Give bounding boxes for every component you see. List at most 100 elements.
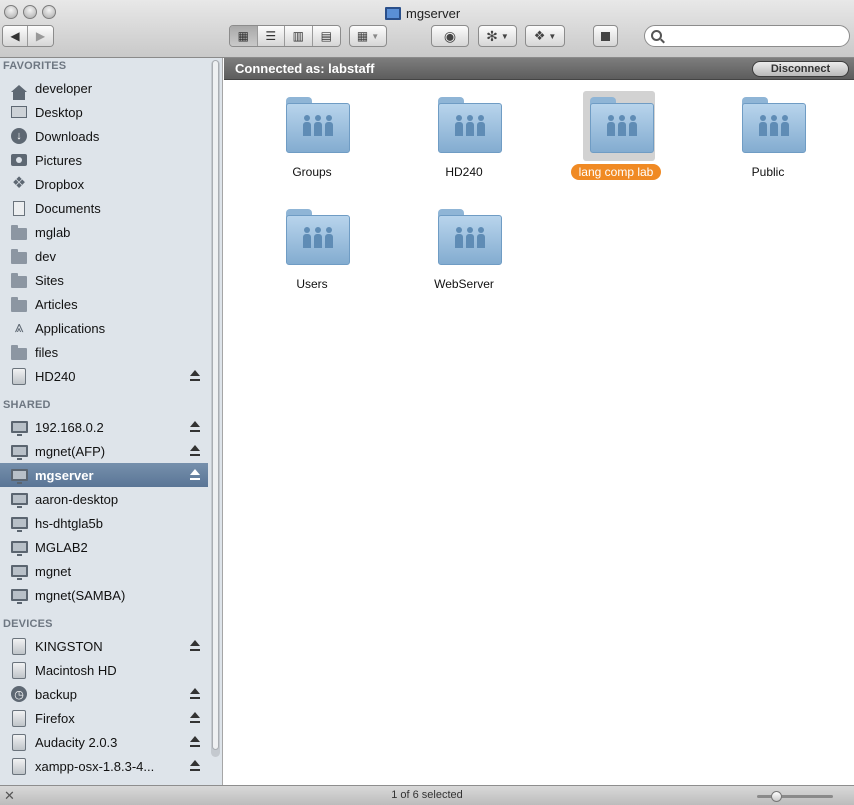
shared-folder-public[interactable]: Public [698, 87, 838, 187]
shared-folder-webserver[interactable]: WebServer [394, 199, 534, 299]
disconnect-button[interactable]: Disconnect [752, 61, 849, 77]
arrange-button[interactable]: ▦ ▼ [349, 25, 387, 47]
sidebar-item-mgnet-samba[interactable]: mgnet(SAMBA) [0, 583, 208, 607]
dropbox-menu-button[interactable]: ❖ ▼ [525, 25, 565, 47]
search-field[interactable] [644, 25, 850, 47]
search-input[interactable] [667, 28, 843, 44]
sidebar-item-backup[interactable]: ◷ backup [0, 682, 208, 706]
sidebar-item-label: mgnet [35, 563, 72, 579]
monitor-icon [10, 466, 28, 484]
sidebar-item-hd240[interactable]: HD240 [0, 364, 208, 388]
drive-icon [10, 733, 28, 751]
sidebar-item-audacity-2-0-3[interactable]: Audacity 2.0.3 [0, 730, 208, 754]
sidebar-item-label: Articles [35, 296, 78, 312]
action-menu-button[interactable]: ✻ ▼ [478, 25, 517, 47]
sidebar-item-articles[interactable]: Articles [0, 292, 208, 316]
shared-folder-groups[interactable]: Groups [242, 87, 382, 187]
sidebar-item-developer[interactable]: developer [0, 76, 208, 100]
eject-icon[interactable] [190, 760, 200, 771]
forward-button[interactable]: ▶ [28, 26, 53, 46]
column-view-button[interactable]: ▥ [285, 26, 313, 46]
sidebar-item-xampp-osx-1-8-3-4[interactable]: xampp-osx-1.8.3-4... [0, 754, 208, 778]
close-window-button[interactable] [4, 5, 18, 19]
folder-name: Users [296, 277, 328, 291]
eject-icon[interactable] [190, 688, 200, 699]
sidebar-item-mglab2[interactable]: MGLAB2 [0, 535, 208, 559]
zoom-window-button[interactable] [42, 5, 56, 19]
folder-icon [10, 223, 28, 241]
selection-status: 1 of 6 selected [391, 789, 463, 801]
drive-icon [10, 367, 28, 385]
eject-icon[interactable] [190, 445, 200, 456]
monitor-icon [10, 514, 28, 532]
sidebar-item-sites[interactable]: Sites [0, 268, 208, 292]
minimize-window-button[interactable] [23, 5, 37, 19]
window-title-text: mgserver [406, 5, 461, 21]
sidebar-item-applications[interactable]: ⩓ Applications [0, 316, 208, 340]
shared-folder-icon [742, 97, 806, 153]
back-button[interactable]: ◀ [3, 26, 28, 46]
shared-folder-users[interactable]: Users [242, 199, 382, 299]
window-titlebar: mgserver ◀ ▶ ▦ ☰ ▥ ▤ ▦ ▼ ◉ ✻ ▼ ❖ ▼ [0, 0, 854, 58]
shared-folder-lang-comp-lab[interactable]: lang comp lab [546, 87, 686, 187]
sidebar-item-pictures[interactable]: Pictures [0, 148, 208, 172]
eject-icon[interactable] [190, 640, 200, 651]
sidebar-item-label: Dropbox [35, 176, 85, 192]
sidebar-item-192-168-0-2[interactable]: 192.168.0.2 [0, 415, 208, 439]
sidebar-item-mglab[interactable]: mglab [0, 220, 208, 244]
sidebar-item-dev[interactable]: dev [0, 244, 208, 268]
shared-folder-hd240[interactable]: HD240 [394, 87, 534, 187]
dropbox-icon: ❖ [11, 175, 27, 192]
eject-icon[interactable] [190, 370, 200, 381]
status-bar: ✕ 1 of 6 selected [0, 785, 854, 805]
shared-folder-icon [590, 97, 654, 153]
sidebar-item-macintosh-hd[interactable]: Macintosh HD [0, 658, 208, 682]
folder-name: Public [751, 165, 785, 179]
sidebar-item-mgserver[interactable]: mgserver [0, 463, 208, 487]
server-monitor-icon [385, 6, 401, 20]
coverflow-view-button[interactable]: ▤ [312, 26, 340, 46]
eject-icon[interactable] [190, 712, 200, 723]
chevron-down-icon: ▼ [548, 31, 557, 41]
time-machine-icon: ◷ [10, 685, 28, 703]
sidebar-item-firefox[interactable]: Firefox [0, 706, 208, 730]
folder-name: HD240 [445, 165, 483, 179]
stop-button[interactable] [593, 25, 618, 47]
sidebar-scrollbar[interactable] [211, 60, 220, 757]
list-view-button[interactable]: ☰ [257, 26, 285, 46]
icon-view-button[interactable]: ▦ [230, 26, 258, 46]
sidebar-item-kingston[interactable]: KINGSTON [0, 634, 208, 658]
icon-size-slider-knob[interactable] [771, 791, 782, 802]
sidebar-item-documents[interactable]: Documents [0, 196, 208, 220]
sidebar-item-hs-dhtgla5b[interactable]: hs-dhtgla5b [0, 511, 208, 535]
eject-icon[interactable] [190, 736, 200, 747]
folder-icon [10, 295, 28, 313]
sidebar-item-label: Desktop [35, 104, 83, 120]
shared-folder-icon [286, 209, 350, 265]
sidebar-item-desktop[interactable]: Desktop [0, 100, 208, 124]
monitor-icon [10, 490, 28, 508]
eject-icon[interactable] [190, 469, 200, 480]
eject-icon[interactable] [190, 421, 200, 432]
icon-size-slider[interactable] [757, 791, 833, 802]
sidebar-item-label: xampp-osx-1.8.3-4... [35, 758, 155, 774]
sidebar-item-downloads[interactable]: ↓ Downloads [0, 124, 208, 148]
connection-bar: Connected as: labstaff Disconnect [224, 58, 854, 80]
sidebar-item-aaron-desktop[interactable]: aaron-desktop [0, 487, 208, 511]
sidebar-item-label: Applications [35, 320, 106, 336]
sidebar-scroll-thumb[interactable] [212, 60, 219, 750]
sidebar-item-label: mgnet(SAMBA) [35, 587, 126, 603]
shared-folder-icon [438, 209, 502, 265]
sidebar-item-label: Downloads [35, 128, 100, 144]
sidebar-item-label: mgnet(AFP) [35, 443, 106, 459]
sidebar-item-dropbox[interactable]: ❖ Dropbox [0, 172, 208, 196]
window-title: mgserver [385, 4, 460, 22]
sidebar-item-mgnet[interactable]: mgnet [0, 559, 208, 583]
sidebar-item-mgnet-afp[interactable]: mgnet(AFP) [0, 439, 208, 463]
quick-look-button[interactable]: ◉ [431, 25, 469, 47]
sidebar-item-files[interactable]: files [0, 340, 208, 364]
list-view-icon: ☰ [265, 29, 277, 43]
downloads-icon: ↓ [10, 127, 28, 145]
drive-icon [10, 661, 28, 679]
sidebar-item-label: backup [35, 686, 77, 702]
